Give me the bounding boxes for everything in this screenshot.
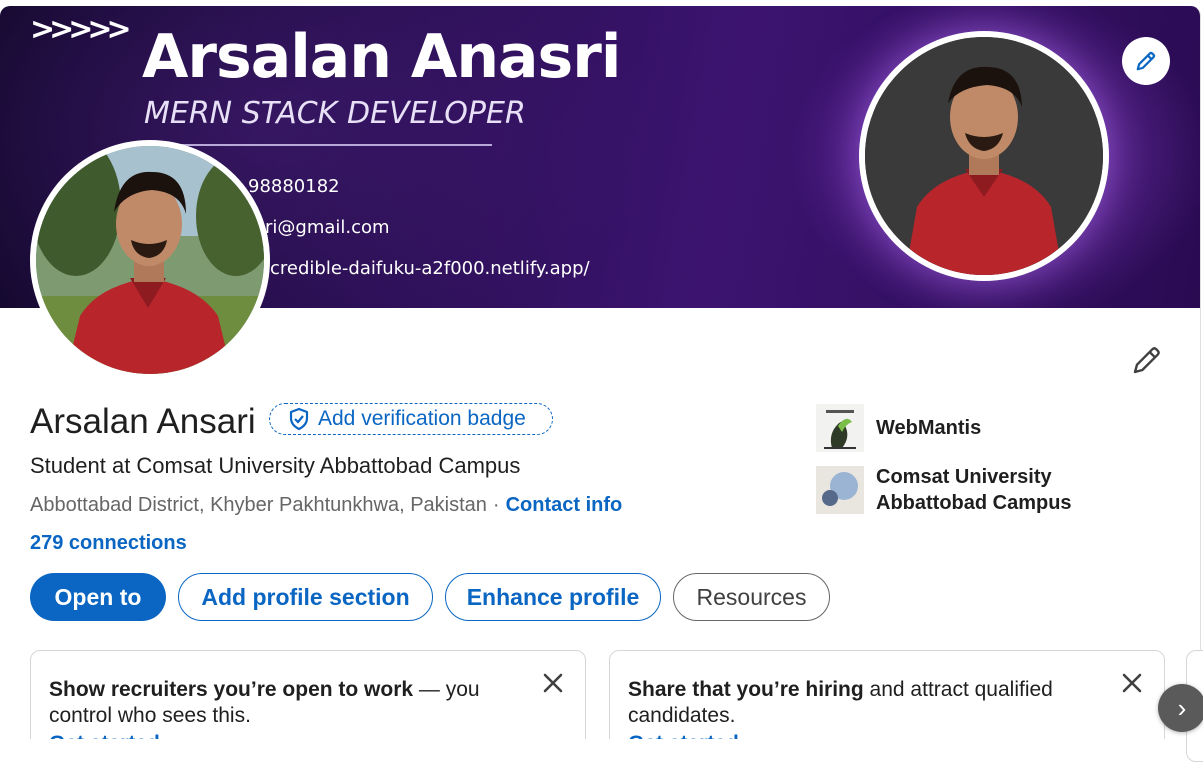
org-name: WebMantis	[876, 417, 982, 439]
chevron-decoration: >>>>>	[30, 12, 132, 47]
add-verification-badge-button[interactable]: Add verification badge	[269, 403, 553, 435]
enhance-profile-button[interactable]: Enhance profile	[445, 573, 661, 621]
profile-location-row: Abbottabad District, Khyber Pakhtunkhwa,…	[30, 494, 622, 517]
hiring-card: Share that you’re hiring and attract qua…	[609, 650, 1165, 739]
banner-photo-image	[865, 37, 1103, 275]
close-icon[interactable]	[541, 671, 565, 695]
resources-button[interactable]: Resources	[673, 573, 830, 621]
profile-avatar[interactable]	[30, 140, 270, 380]
org-comsat-university[interactable]: Comsat University Abbattobad Campus	[816, 464, 1072, 516]
avatar-image	[36, 146, 264, 374]
profile-headline: Student at Comsat University Abbattobad …	[30, 453, 521, 478]
org-name-line-2: Abbattobad Campus	[876, 492, 1072, 514]
close-icon[interactable]	[1120, 671, 1144, 695]
banner-email: ri@gmail.com	[265, 217, 390, 238]
card-text-bold: Show recruiters you’re open to work	[49, 678, 414, 701]
banner-name: Arsalan Anasri	[142, 22, 621, 92]
banner-role: MERN STACK DEVELOPER	[144, 96, 526, 131]
pencil-icon	[1136, 51, 1156, 71]
profile-card: >>>>> Arsalan Anasri MERN STACK DEVELOPE…	[0, 6, 1201, 739]
card-text-bold: Share that you’re hiring	[628, 678, 864, 701]
get-started-link[interactable]: Get started	[628, 731, 1104, 739]
open-to-work-card: Show recruiters you’re open to work — yo…	[30, 650, 586, 739]
edit-banner-button[interactable]	[1122, 37, 1170, 85]
org-name-line-1: Comsat University	[876, 466, 1052, 488]
add-profile-section-button[interactable]: Add profile section	[178, 573, 433, 621]
contact-info-link[interactable]: Contact info	[506, 494, 623, 516]
banner-website: credible-daifuku-a2f000.netlify.app/	[270, 258, 590, 279]
get-started-link[interactable]: Get started	[49, 731, 525, 739]
separator: ·	[492, 494, 500, 516]
webmantis-logo	[816, 404, 864, 452]
banner-photo	[859, 31, 1109, 281]
connections-link[interactable]: 279 connections	[30, 532, 187, 555]
carousel-next-button[interactable]: ›	[1158, 684, 1203, 732]
verification-badge-label: Add verification badge	[318, 407, 526, 430]
university-logo	[816, 466, 864, 514]
org-name-block: Comsat University Abbattobad Campus	[876, 464, 1072, 516]
card-text: Share that you’re hiring and attract qua…	[628, 677, 1104, 729]
profile-name: Arsalan Ansari	[30, 402, 256, 441]
edit-intro-button[interactable]	[1127, 340, 1167, 380]
banner-divider	[144, 144, 492, 146]
banner-phone: 98880182	[248, 176, 340, 197]
pencil-icon	[1133, 347, 1160, 374]
org-webmantis[interactable]: WebMantis	[816, 404, 981, 452]
open-to-button[interactable]: Open to	[30, 573, 166, 621]
location-text: Abbottabad District, Khyber Pakhtunkhwa,…	[30, 494, 487, 516]
shield-check-icon	[289, 407, 309, 431]
card-text: Show recruiters you’re open to work — yo…	[49, 677, 525, 729]
chevron-right-icon: ›	[1177, 692, 1187, 723]
